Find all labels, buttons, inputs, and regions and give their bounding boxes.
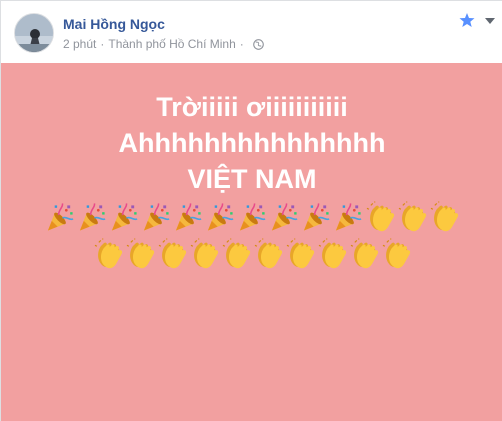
status-line-2: Ahhhhhhhhhhhhhhh	[118, 128, 386, 158]
clapping-hands-emoji-icon	[190, 238, 219, 270]
post-header: Mai Hồng Ngọc 2 phút · Thành phố Hồ Chí …	[1, 1, 502, 63]
clapping-hands-emoji-icon	[398, 201, 427, 233]
clapping-hands-emoji-icon	[382, 238, 411, 270]
post-meta: 2 phút · Thành phố Hồ Chí Minh ·	[63, 37, 264, 51]
clapping-hands-emoji-icon	[318, 238, 347, 270]
party-popper-emoji-icon	[46, 201, 75, 233]
star-icon[interactable]	[459, 12, 475, 28]
chevron-down-icon[interactable]	[484, 16, 496, 26]
party-popper-emoji-icon	[174, 201, 203, 233]
status-text: Trờiiiii ơiiiiiiiiiii Ahhhhhhhhhhhhhhh V…	[1, 89, 502, 197]
post-card: Mai Hồng Ngọc 2 phút · Thành phố Hồ Chí …	[0, 0, 502, 421]
emoji-row-1	[1, 201, 502, 233]
clapping-hands-emoji-icon	[286, 238, 315, 270]
clapping-hands-emoji-icon	[350, 238, 379, 270]
meta-separator: ·	[100, 37, 105, 51]
meta-separator-2: ·	[239, 37, 244, 51]
clapping-hands-emoji-icon	[366, 201, 395, 233]
clapping-hands-emoji-icon	[158, 238, 187, 270]
globe-icon[interactable]	[252, 38, 264, 50]
party-popper-emoji-icon	[302, 201, 331, 233]
clapping-hands-emoji-icon	[222, 238, 251, 270]
status-line-3: VIỆT NAM	[187, 164, 317, 194]
avatar[interactable]	[14, 13, 54, 53]
emoji-row-2	[1, 238, 502, 270]
party-popper-emoji-icon	[238, 201, 267, 233]
post-location[interactable]: Thành phố Hồ Chí Minh	[108, 37, 235, 51]
party-popper-emoji-icon	[334, 201, 363, 233]
clapping-hands-emoji-icon	[430, 201, 459, 233]
clapping-hands-emoji-icon	[126, 238, 155, 270]
status-line-1: Trờiiiii ơiiiiiiiiiii	[156, 92, 348, 122]
clapping-hands-emoji-icon	[94, 238, 123, 270]
author-name[interactable]: Mai Hồng Ngọc	[63, 16, 165, 32]
party-popper-emoji-icon	[142, 201, 171, 233]
party-popper-emoji-icon	[78, 201, 107, 233]
clapping-hands-emoji-icon	[254, 238, 283, 270]
party-popper-emoji-icon	[110, 201, 139, 233]
avatar-image	[15, 14, 53, 52]
party-popper-emoji-icon	[270, 201, 299, 233]
party-popper-emoji-icon	[206, 201, 235, 233]
post-time[interactable]: 2 phút	[63, 37, 96, 51]
